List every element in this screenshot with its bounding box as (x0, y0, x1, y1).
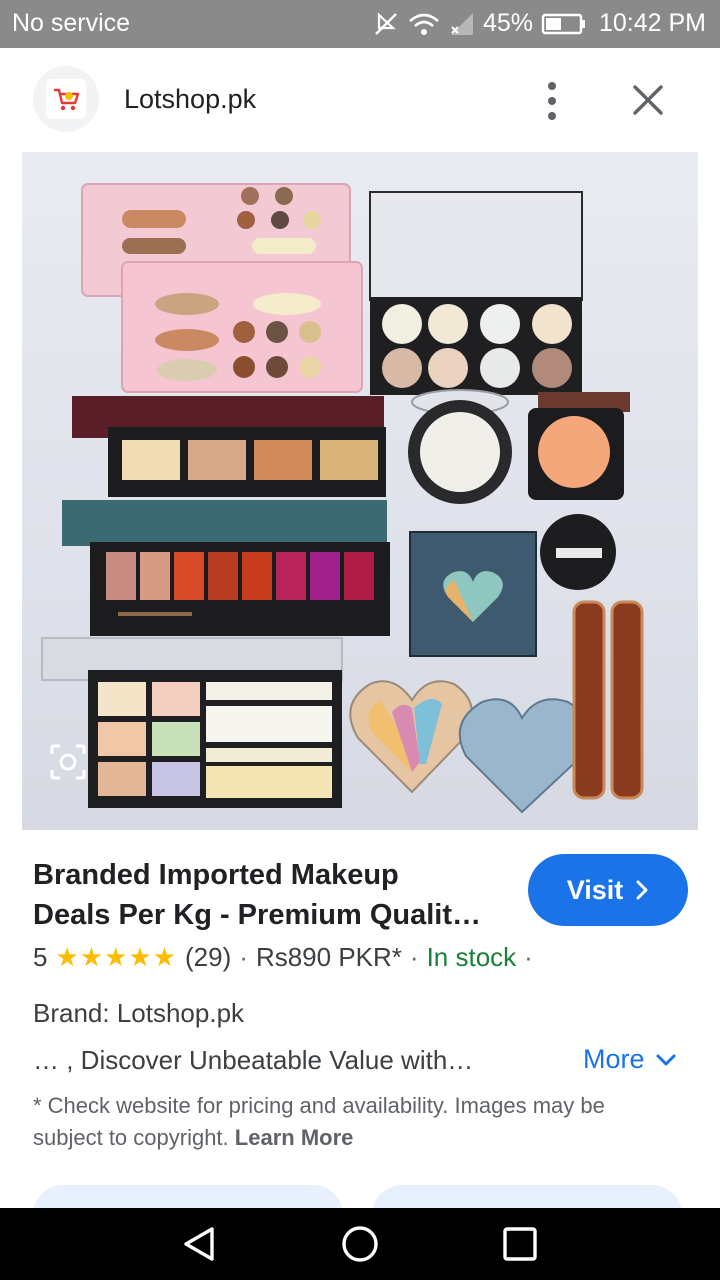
rating-row: 5 ★★★★★ (29) · Rs890 PKR* · In stock · (33, 942, 533, 973)
review-count: (29) (185, 942, 232, 972)
chevron-down-icon (656, 1054, 676, 1065)
system-nav-bar (0, 1208, 720, 1280)
visit-button[interactable]: Visit (528, 854, 688, 926)
product-title-line1: Branded Imported Makeup (33, 859, 399, 891)
description-snippet: … , Discover Unbeatable Value with… (33, 1045, 474, 1075)
brand-line: Brand: Lotshop.pk (33, 998, 245, 1028)
separator-dot: · (524, 942, 533, 972)
star-rating-icon: ★★★★★ (55, 942, 178, 972)
disclaimer: * Check website for pricing and availabi… (33, 1090, 673, 1154)
stock-status: In stock (426, 942, 517, 972)
recents-square-icon[interactable] (500, 1224, 540, 1264)
carrier-text: No service (12, 9, 131, 37)
visit-label: Visit (566, 874, 624, 905)
home-circle-icon[interactable] (340, 1224, 380, 1264)
more-vert-icon[interactable] (534, 78, 570, 124)
separator-dot: · (239, 942, 248, 972)
battery-icon (541, 13, 585, 34)
product-title-line2: Deals Per Kg - Premium Qualit… (33, 899, 482, 931)
separator-dot: · (409, 942, 419, 972)
close-icon[interactable] (626, 78, 670, 122)
learn-more-link[interactable]: Learn More (235, 1125, 354, 1150)
shopping-cart-icon (54, 88, 80, 111)
battery-percent: 45% (482, 9, 533, 37)
chevron-right-icon (636, 880, 648, 900)
more-button[interactable]: More (583, 1044, 677, 1075)
clock: 10:42 PM (598, 9, 706, 37)
rating-value: 5 (33, 942, 48, 972)
site-logo[interactable] (33, 66, 99, 132)
mute-icon (375, 11, 397, 35)
product-image[interactable] (22, 152, 698, 830)
price: Rs890 PKR* (255, 942, 402, 972)
lens-search-icon[interactable] (48, 742, 88, 782)
site-name[interactable]: Lotshop.pk (124, 84, 256, 115)
product-title[interactable]: Branded Imported Makeup Deals Per Kg - P… (33, 855, 503, 935)
result-header: Lotshop.pk (0, 48, 720, 152)
more-label: More (583, 1044, 645, 1074)
wifi-icon (409, 13, 439, 35)
makeup-palettes-illustration (41, 183, 644, 814)
status-bar: No service 45% 10:42 PM (0, 0, 720, 48)
status-icons: 45% 10:42 PM (373, 9, 706, 38)
signal-icon (450, 12, 473, 35)
back-triangle-icon[interactable] (180, 1224, 220, 1264)
